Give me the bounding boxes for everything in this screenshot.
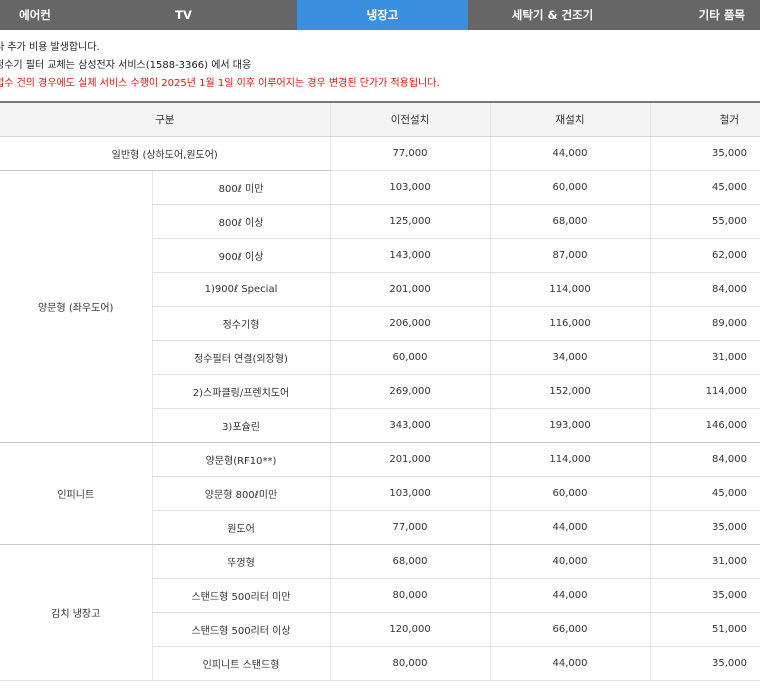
model-type: 양문형 800ℓ미만	[151, 476, 331, 511]
price-removal: 31,000	[649, 544, 760, 579]
price-reinstall: 60,000	[489, 476, 651, 511]
price-reinstall: 40,000	[489, 544, 651, 579]
price-relocation: 120,000	[329, 612, 491, 647]
model-type: 1)900ℓ Special	[151, 272, 331, 307]
model-type: 정수기형	[151, 306, 331, 341]
table-row: 인피니트 양문형(RF10**) 201,000 114,000 84,000	[0, 442, 760, 545]
price-removal: 89,000	[649, 306, 760, 341]
group-label-infinite: 인피니트	[0, 442, 152, 545]
tab-refrigerator[interactable]: 냉장고	[297, 0, 468, 30]
price-relocation: 103,000	[329, 170, 491, 205]
price-relocation: 80,000	[329, 578, 491, 613]
price-relocation: 80,000	[329, 646, 491, 681]
model-type: 3)포슐린	[151, 408, 331, 443]
model-type: 인피니트 스탠드형	[151, 646, 331, 681]
table-row: 일반형 (상하도어,원도어) 77,000 44,000 35,000	[0, 136, 760, 171]
price-removal: 84,000	[649, 442, 760, 477]
price-reinstall: 44,000	[489, 578, 651, 613]
model-type: 800ℓ 미만	[151, 170, 331, 205]
price-relocation: 125,000	[329, 204, 491, 239]
price-relocation: 77,000	[329, 136, 491, 171]
price-reinstall: 34,000	[489, 340, 651, 375]
price-reinstall: 60,000	[489, 170, 651, 205]
notice-extra-cost: 라 추가 비용 발생합니다.	[0, 42, 100, 53]
price-relocation: 143,000	[329, 238, 491, 273]
group-label-kimchi: 김치 냉장고	[0, 544, 152, 681]
price-removal: 35,000	[649, 136, 760, 171]
price-reinstall: 114,000	[489, 442, 651, 477]
price-removal: 84,000	[649, 272, 760, 307]
tab-aircon[interactable]: 에어컨	[0, 0, 70, 30]
price-table: 구분 이전설치 재설치 철거 일반형 (상하도어,원도어) 77,000 44,…	[0, 101, 760, 681]
table-row: 양문형 (좌우도어) 800ℓ 미만 103,000 60,000 45,000	[0, 170, 760, 443]
group-label-general: 일반형 (상하도어,원도어)	[0, 136, 331, 171]
price-reinstall: 116,000	[489, 306, 651, 341]
notice-price-change: 접수 건의 경우에도 실제 서비스 수행이 2025년 1월 1일 이후 이루어…	[0, 78, 440, 89]
notice-list: 라 추가 비용 발생합니다. 정수기 필터 교체는 삼성전자 서비스(1588-…	[0, 39, 760, 93]
table-row: 김치 냉장고 뚜껑형 68,000 40,000 31,000	[0, 544, 760, 681]
price-reinstall: 193,000	[489, 408, 651, 443]
price-reinstall: 114,000	[489, 272, 651, 307]
model-type: 원도어	[151, 510, 331, 545]
price-reinstall: 66,000	[489, 612, 651, 647]
model-type: 800ℓ 이상	[151, 204, 331, 239]
price-reinstall: 68,000	[489, 204, 651, 239]
notice-water-filter: 정수기 필터 교체는 삼성전자 서비스(1588-3366) 에서 대응	[0, 60, 252, 71]
price-removal: 31,000	[649, 340, 760, 375]
header-category: 구분	[0, 101, 331, 137]
price-relocation: 343,000	[329, 408, 491, 443]
price-removal: 55,000	[649, 204, 760, 239]
header-relocation: 이전설치	[329, 101, 491, 137]
price-relocation: 77,000	[329, 510, 491, 545]
price-removal: 45,000	[649, 170, 760, 205]
tab-tv[interactable]: TV	[70, 0, 297, 30]
model-type: 900ℓ 이상	[151, 238, 331, 273]
model-type: 양문형(RF10**)	[151, 442, 331, 477]
model-type: 스탠드형 500리터 이상	[151, 612, 331, 647]
tab-other-items[interactable]: 기타 품목	[637, 0, 760, 30]
group-label-side-by-side: 양문형 (좌우도어)	[0, 170, 152, 443]
model-type: 2)스파클링/프렌치도어	[151, 374, 331, 409]
model-type: 정수필터 연결(외장형)	[151, 340, 331, 375]
model-type: 뚜껑형	[151, 544, 331, 579]
price-removal: 62,000	[649, 238, 760, 273]
table-header-row: 구분 이전설치 재설치 철거	[0, 101, 760, 137]
price-relocation: 201,000	[329, 442, 491, 477]
price-reinstall: 87,000	[489, 238, 651, 273]
price-relocation: 206,000	[329, 306, 491, 341]
price-removal: 35,000	[649, 578, 760, 613]
price-removal: 51,000	[649, 612, 760, 647]
price-relocation: 201,000	[329, 272, 491, 307]
header-removal: 철거	[649, 101, 760, 137]
price-relocation: 103,000	[329, 476, 491, 511]
price-removal: 45,000	[649, 476, 760, 511]
price-reinstall: 44,000	[489, 510, 651, 545]
tab-washer-dryer[interactable]: 세탁기 & 건조기	[468, 0, 637, 30]
price-relocation: 269,000	[329, 374, 491, 409]
model-type: 스탠드형 500리터 미만	[151, 578, 331, 613]
category-tab-bar: 에어컨 TV 냉장고 세탁기 & 건조기 기타 품목	[0, 0, 760, 30]
price-relocation: 60,000	[329, 340, 491, 375]
header-reinstall: 재설치	[489, 101, 651, 137]
price-removal: 146,000	[649, 408, 760, 443]
price-removal: 35,000	[649, 646, 760, 681]
price-removal: 35,000	[649, 510, 760, 545]
price-removal: 114,000	[649, 374, 760, 409]
price-reinstall: 152,000	[489, 374, 651, 409]
price-relocation: 68,000	[329, 544, 491, 579]
price-reinstall: 44,000	[489, 136, 651, 171]
price-reinstall: 44,000	[489, 646, 651, 681]
